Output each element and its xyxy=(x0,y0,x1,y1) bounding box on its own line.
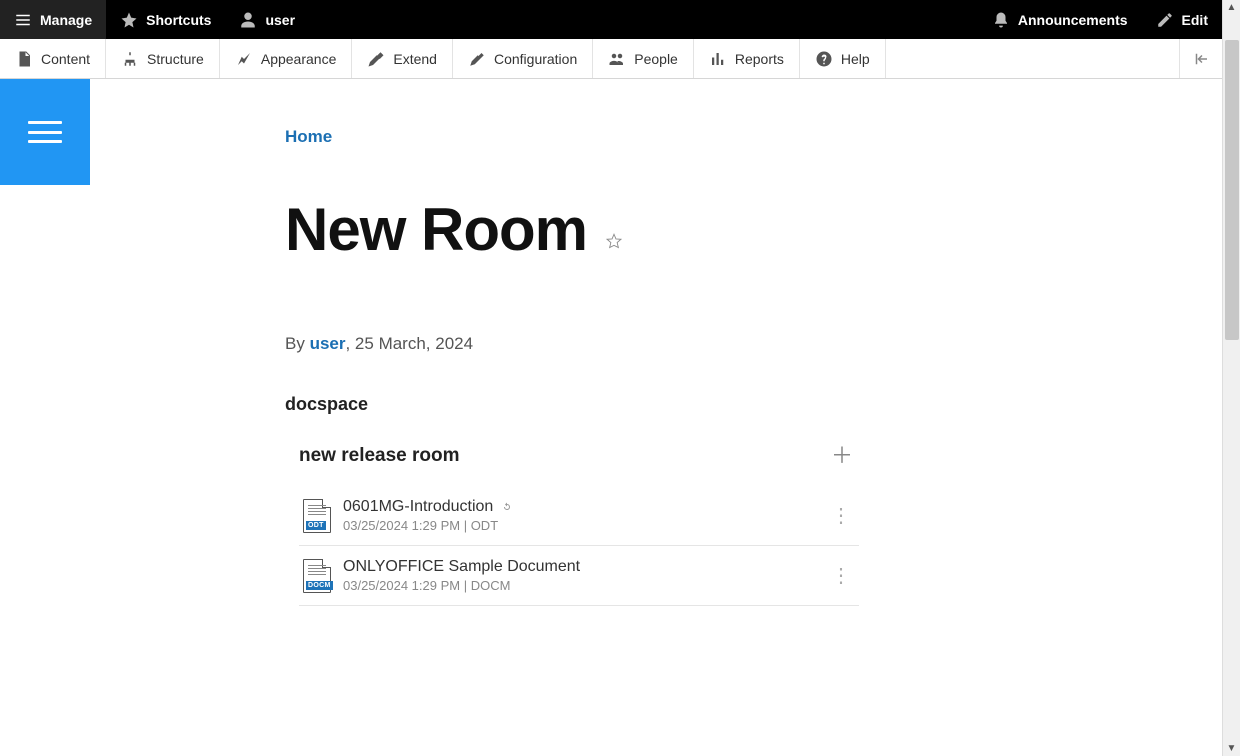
appearance-icon xyxy=(235,50,253,68)
file-subtitle: 03/25/2024 1:29 PM | DOCM xyxy=(343,578,815,593)
user-menu[interactable]: user xyxy=(225,0,309,39)
file-row[interactable]: ODT 0601MG-Introduction 03/25/2024 1:29 PM… xyxy=(299,485,859,546)
user-icon xyxy=(239,11,257,29)
byline-prefix: By xyxy=(285,334,310,353)
user-label: user xyxy=(265,12,295,28)
content-icon xyxy=(15,50,33,68)
page-title: New Room xyxy=(285,195,587,264)
star-outline-icon xyxy=(605,232,623,250)
tab-help[interactable]: Help xyxy=(800,39,886,78)
tab-structure[interactable]: Structure xyxy=(106,39,220,78)
manage-menu[interactable]: Manage xyxy=(0,0,106,39)
breadcrumb-home[interactable]: Home xyxy=(285,127,332,146)
tab-appearance[interactable]: Appearance xyxy=(220,39,353,78)
scroll-up-arrow[interactable]: ▲ xyxy=(1227,0,1237,15)
collapse-icon xyxy=(1192,50,1210,68)
tab-reports-label: Reports xyxy=(735,51,784,67)
help-icon xyxy=(815,50,833,68)
file-title: ONLYOFFICE Sample Document xyxy=(343,558,815,576)
tab-help-label: Help xyxy=(841,51,870,67)
docm-file-icon: DOCM xyxy=(303,559,331,593)
tab-people-label: People xyxy=(634,51,678,67)
scroll-down-arrow[interactable]: ▼ xyxy=(1227,741,1237,756)
file-subtitle: 03/25/2024 1:29 PM | ODT xyxy=(343,518,815,533)
hamburger-icon xyxy=(14,11,32,29)
odt-file-icon: ODT xyxy=(303,499,331,533)
file-list: ODT 0601MG-Introduction 03/25/2024 1:29 PM… xyxy=(299,485,859,606)
tab-configuration-label: Configuration xyxy=(494,51,577,67)
edit-menu[interactable]: Edit xyxy=(1142,0,1222,39)
reports-icon xyxy=(709,50,727,68)
pencil-icon xyxy=(1156,11,1174,29)
vertical-scrollbar[interactable]: ▲ ▼ xyxy=(1222,0,1240,756)
shortcuts-label: Shortcuts xyxy=(146,12,211,28)
tab-content-label: Content xyxy=(41,51,90,67)
collapse-toolbar-button[interactable] xyxy=(1179,39,1222,78)
tab-content[interactable]: Content xyxy=(0,39,106,78)
file-title: 0601MG-Introduction xyxy=(343,498,815,516)
add-file-button[interactable]: ＋ xyxy=(831,445,853,467)
people-icon xyxy=(608,50,626,68)
favorite-toggle[interactable] xyxy=(605,232,623,250)
room-name: new release room xyxy=(299,445,460,467)
star-icon xyxy=(120,11,138,29)
sidebar-toggle[interactable] xyxy=(0,79,90,185)
refresh-icon xyxy=(501,501,513,513)
file-row[interactable]: DOCM ONLYOFFICE Sample Document 03/25/2024… xyxy=(299,546,859,606)
tab-reports[interactable]: Reports xyxy=(694,39,800,78)
manage-label: Manage xyxy=(40,12,92,28)
byline: By user, 25 March, 2024 xyxy=(285,334,1145,354)
admin-toolbar: Manage Shortcuts user Announcements Edit xyxy=(0,0,1222,39)
file-name: 0601MG-Introduction xyxy=(343,498,493,516)
extend-icon xyxy=(367,50,385,68)
page-body: Home New Room By user, 25 March, 2024 do… xyxy=(90,79,1222,756)
tab-extend-label: Extend xyxy=(393,51,437,67)
edit-label: Edit xyxy=(1182,12,1208,28)
structure-icon xyxy=(121,50,139,68)
byline-suffix: , 25 March, 2024 xyxy=(345,334,473,353)
docspace-room: new release room ＋ ODT 0601MG-Introductio… xyxy=(299,445,859,606)
file-meta: 0601MG-Introduction 03/25/2024 1:29 PM | … xyxy=(343,498,815,533)
file-meta: ONLYOFFICE Sample Document 03/25/2024 1:2… xyxy=(343,558,815,593)
tab-configuration[interactable]: Configuration xyxy=(453,39,593,78)
tab-extend[interactable]: Extend xyxy=(352,39,453,78)
file-actions-menu[interactable]: ⋮ xyxy=(827,503,855,528)
tab-structure-label: Structure xyxy=(147,51,204,67)
hamburger-icon xyxy=(28,121,62,143)
announcements-label: Announcements xyxy=(1018,12,1128,28)
tab-people[interactable]: People xyxy=(593,39,694,78)
file-actions-menu[interactable]: ⋮ xyxy=(827,563,855,588)
announcements-menu[interactable]: Announcements xyxy=(978,0,1142,39)
scroll-thumb[interactable] xyxy=(1225,40,1239,340)
admin-tabs: Content Structure Appearance Extend Conf… xyxy=(0,39,1222,79)
byline-user-link[interactable]: user xyxy=(310,334,346,353)
docspace-label: docspace xyxy=(285,394,1145,415)
bell-icon xyxy=(992,11,1010,29)
breadcrumb: Home xyxy=(285,127,1145,147)
side-stripe xyxy=(0,79,90,756)
file-name: ONLYOFFICE Sample Document xyxy=(343,558,580,576)
configuration-icon xyxy=(468,50,486,68)
shortcuts-menu[interactable]: Shortcuts xyxy=(106,0,225,39)
tab-appearance-label: Appearance xyxy=(261,51,337,67)
